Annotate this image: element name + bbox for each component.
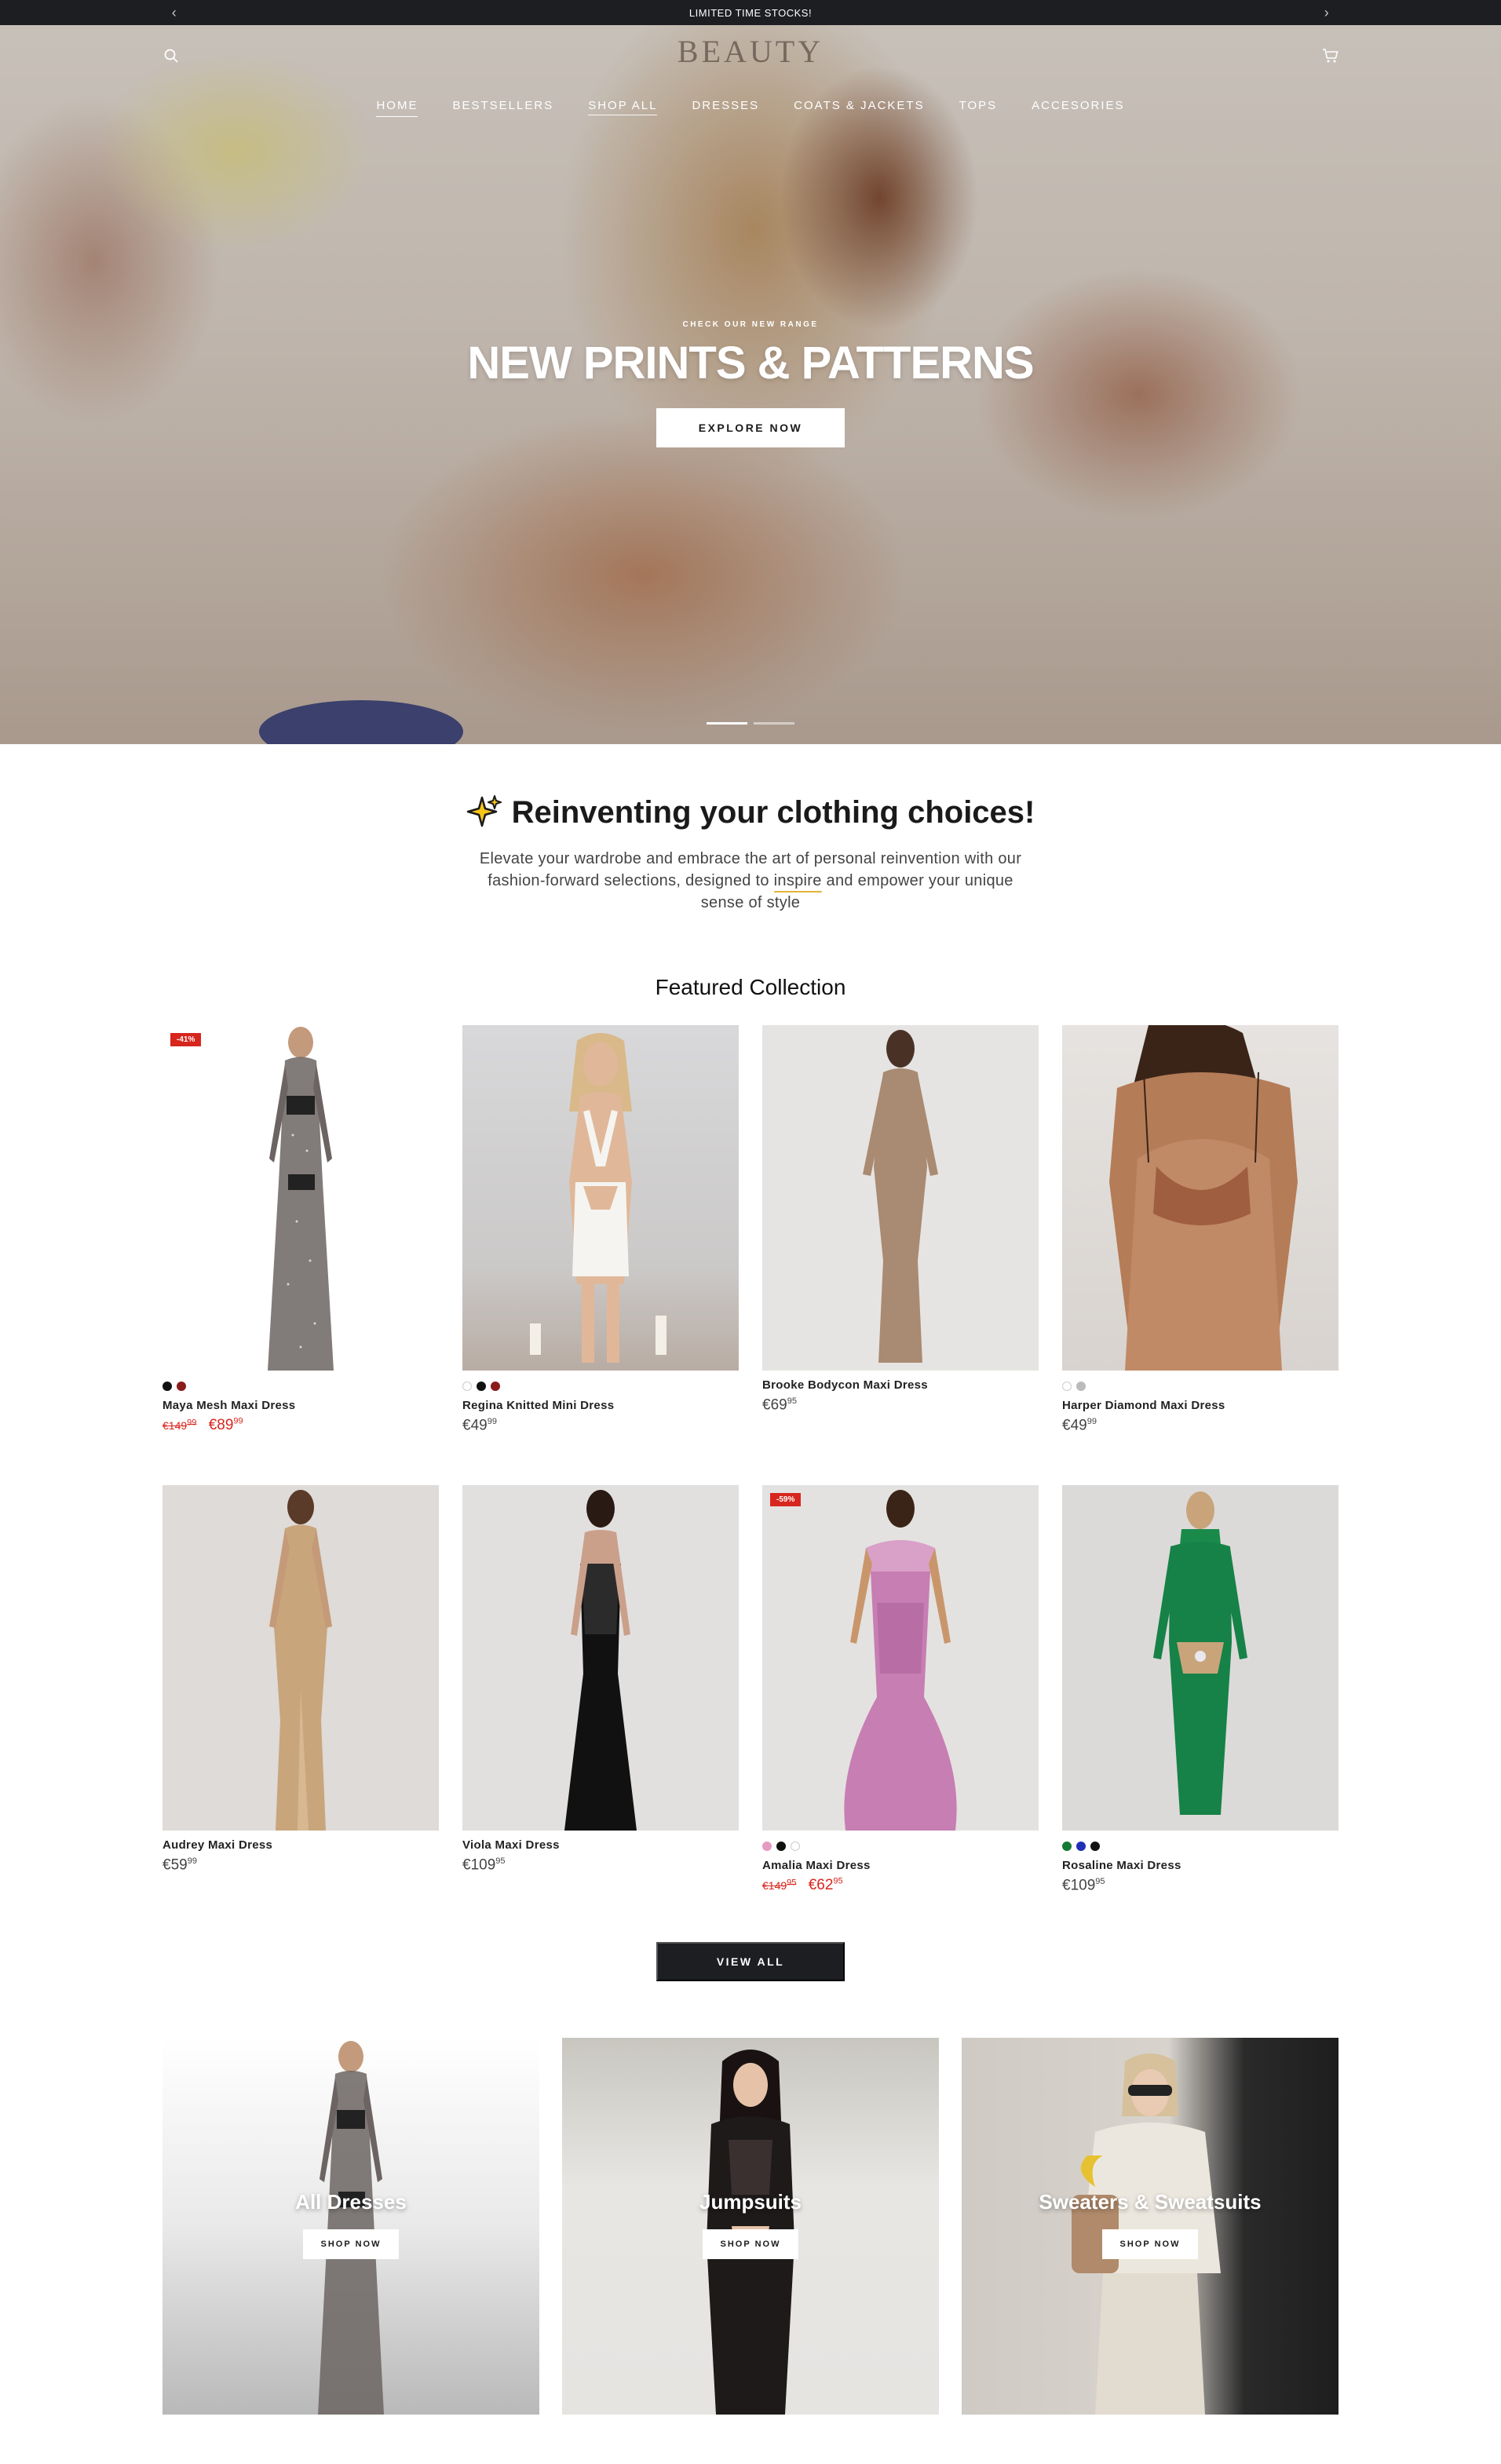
product-price: €10995 [1062, 1877, 1105, 1894]
swatch-black[interactable] [477, 1382, 486, 1391]
chevron-right-icon[interactable]: › [1311, 0, 1342, 25]
category-label: Sweaters & Sweatsuits [1039, 2190, 1262, 2214]
shop-now-button[interactable]: SHOP NOW [1102, 2229, 1198, 2259]
nav-dresses[interactable]: DRESSES [674, 99, 776, 112]
product-name[interactable]: Maya Mesh Maxi Dress [163, 1399, 439, 1412]
product-image[interactable] [462, 1025, 739, 1371]
color-swatches [1062, 1842, 1338, 1851]
swatch-white[interactable] [462, 1382, 472, 1391]
view-all-button[interactable]: VIEW ALL [656, 1942, 845, 1981]
product-price: €6995 [762, 1396, 797, 1414]
category-tile-dresses[interactable]: All Dresses SHOP NOW [163, 2038, 539, 2415]
swatch-blue[interactable] [1076, 1842, 1086, 1851]
hero-title: NEW PRINTS & PATTERNS [467, 338, 1034, 389]
swatch-black[interactable] [163, 1382, 172, 1391]
discount-badge: -41% [170, 1033, 202, 1046]
product-image[interactable] [163, 1485, 439, 1831]
main-nav: HOME BESTSELLERS SHOP ALL DRESSES COATS … [0, 99, 1501, 117]
swatch-red[interactable] [177, 1382, 186, 1391]
intro-body: Elevate your wardrobe and embrace the ar… [468, 848, 1033, 914]
product-card[interactable]: -59% Amalia Maxi Dress €14995 €6295 [762, 1485, 1039, 1894]
intro-highlight: inspire [773, 872, 822, 889]
product-price: €5999 [163, 1856, 197, 1874]
featured-collection-title: Featured Collection [655, 975, 846, 999]
swatch-black[interactable] [1090, 1842, 1100, 1851]
announcement-text: LIMITED TIME STOCKS! [688, 6, 813, 19]
announcement-bar: ‹ LIMITED TIME STOCKS! › [0, 0, 1501, 25]
product-name[interactable]: Brooke Bodycon Maxi Dress [762, 1378, 1039, 1392]
product-image[interactable] [1062, 1025, 1338, 1371]
hero-image-detail [259, 700, 463, 744]
color-swatches [1062, 1382, 1338, 1391]
slide-dot-2[interactable] [754, 722, 794, 725]
color-swatches [462, 1382, 739, 1391]
category-label: Jumpsuits [699, 2190, 802, 2214]
swatch-red[interactable] [491, 1382, 500, 1391]
slide-dot-1[interactable] [707, 722, 747, 725]
product-name[interactable]: Amalia Maxi Dress [762, 1859, 1039, 1872]
shop-now-button[interactable]: SHOP NOW [703, 2229, 798, 2259]
color-swatches [762, 1842, 1039, 1851]
swatch-pink[interactable] [762, 1842, 772, 1851]
category-label: All Dresses [295, 2190, 407, 2214]
product-price: €14999 €8999 [163, 1417, 439, 1434]
shop-now-button[interactable]: SHOP NOW [303, 2229, 399, 2259]
product-card[interactable]: Brooke Bodycon Maxi Dress €6995 [762, 1025, 1039, 1414]
intro-heading: Reinventing your clothing choices! [0, 794, 1501, 830]
product-image[interactable]: -41% [163, 1025, 439, 1371]
intro-heading-text: Reinventing your clothing choices! [511, 794, 1035, 830]
swatch-white[interactable] [791, 1842, 800, 1851]
site-logo[interactable]: BEAUTY [0, 33, 1501, 70]
swatch-silver[interactable] [1076, 1382, 1086, 1391]
product-name[interactable]: Rosaline Maxi Dress [1062, 1859, 1338, 1872]
product-name[interactable]: Harper Diamond Maxi Dress [1062, 1399, 1338, 1412]
product-card[interactable]: Rosaline Maxi Dress €10995 [1062, 1485, 1338, 1894]
nav-accesories[interactable]: ACCESORIES [1014, 99, 1141, 112]
chevron-left-icon[interactable]: ‹ [159, 0, 190, 25]
product-card[interactable]: Audrey Maxi Dress €5999 [163, 1485, 439, 1874]
swatch-black[interactable] [776, 1842, 786, 1851]
category-tile-sweaters[interactable]: Sweaters & Sweatsuits SHOP NOW [962, 2038, 1338, 2415]
nav-bestsellers[interactable]: BESTSELLERS [435, 99, 571, 112]
product-price: €10995 [462, 1856, 506, 1874]
product-image[interactable] [762, 1025, 1039, 1371]
product-image[interactable] [462, 1485, 739, 1831]
discount-badge: -59% [770, 1493, 802, 1506]
cart-icon[interactable] [1319, 44, 1342, 68]
nav-coats-jackets[interactable]: COATS & JACKETS [776, 99, 941, 112]
product-name[interactable]: Audrey Maxi Dress [163, 1838, 439, 1852]
product-name[interactable]: Regina Knitted Mini Dress [462, 1399, 739, 1412]
product-name[interactable]: Viola Maxi Dress [462, 1838, 739, 1852]
hero-copy: CHECK OUR NEW RANGE NEW PRINTS & PATTERN… [0, 320, 1501, 389]
slideshow-dots [707, 722, 794, 725]
product-card[interactable]: -41% Maya Mesh Maxi Dress €14999 €8999 [163, 1025, 439, 1434]
product-price: €14995 €6295 [762, 1877, 1039, 1894]
hero-eyebrow: CHECK OUR NEW RANGE [682, 320, 819, 329]
nav-home[interactable]: HOME [359, 99, 435, 117]
product-image[interactable]: -59% [762, 1485, 1039, 1831]
explore-now-button[interactable]: EXPLORE NOW [656, 408, 845, 447]
product-card[interactable]: Regina Knitted Mini Dress €4999 [462, 1025, 739, 1434]
category-tile-jumpsuits[interactable]: Jumpsuits SHOP NOW [562, 2038, 939, 2415]
product-card[interactable]: Viola Maxi Dress €10995 [462, 1485, 739, 1874]
sale-price: €8999 [208, 1417, 243, 1434]
swatch-white[interactable] [1062, 1382, 1072, 1391]
intro-section: Reinventing your clothing choices! Eleva… [0, 794, 1501, 914]
sparkles-icon [466, 795, 502, 827]
swatch-green[interactable] [1062, 1842, 1072, 1851]
nav-shop-all[interactable]: SHOP ALL [571, 99, 674, 115]
sale-price: €6295 [808, 1877, 843, 1894]
original-price: €14995 [762, 1878, 797, 1893]
nav-tops[interactable]: TOPS [942, 99, 1015, 112]
product-price: €4999 [462, 1417, 497, 1434]
product-price: €4999 [1062, 1417, 1097, 1434]
color-swatches [163, 1382, 439, 1391]
product-card[interactable]: Harper Diamond Maxi Dress €4999 [1062, 1025, 1338, 1434]
product-image[interactable] [1062, 1485, 1338, 1831]
original-price: €14999 [163, 1418, 197, 1433]
